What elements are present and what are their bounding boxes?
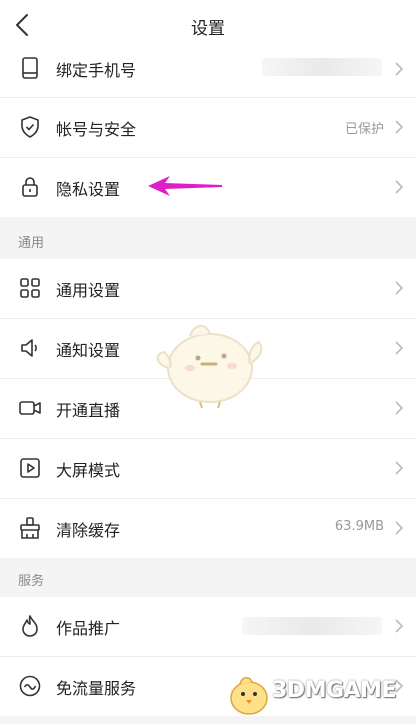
chevron-right-icon	[395, 120, 404, 134]
pointer-arrow-annotation	[148, 176, 222, 196]
chevron-right-icon	[395, 281, 404, 295]
settings-row-general[interactable]: 通用设置	[0, 259, 416, 319]
shield-check-icon	[21, 116, 39, 138]
grid-icon	[20, 278, 40, 298]
chevron-right-icon	[395, 341, 404, 355]
wave-circle-icon	[19, 675, 41, 697]
chevron-right-icon	[395, 521, 404, 535]
watermark-mascot-icon	[230, 677, 268, 715]
settings-row-label: 大屏模式	[56, 461, 121, 480]
chevron-right-icon	[395, 461, 404, 475]
site-watermark: 3DMGAME	[222, 666, 412, 722]
section-header-general: 通用	[0, 222, 416, 259]
mascot-watermark-image	[156, 325, 263, 409]
pointer-arrow-shape	[148, 176, 222, 196]
cache-size-value: 63.9MB	[334, 519, 384, 534]
settings-row-clear-cache[interactable]: 清除缓存 63.9MB	[0, 499, 416, 558]
settings-row-bind-phone[interactable]: 绑定手机号	[0, 44, 416, 98]
section-title: 通用	[18, 236, 45, 251]
speaker-icon	[21, 339, 37, 357]
security-status-value: 已保护	[344, 122, 384, 137]
chevron-right-icon	[395, 401, 404, 415]
settings-row-label: 作品推广	[56, 619, 121, 638]
chevron-right-icon	[395, 180, 404, 194]
blurred-value	[242, 617, 382, 635]
settings-row-label: 隐私设置	[56, 180, 121, 199]
watermark-text: 3DMGAME	[272, 678, 396, 703]
chevron-right-icon	[395, 619, 404, 633]
settings-row-label: 帐号与安全	[56, 120, 137, 139]
settings-row-label: 通知设置	[56, 341, 121, 360]
blurred-phone-number	[262, 58, 382, 76]
settings-row-label: 免流量服务	[56, 679, 137, 698]
broom-icon	[20, 517, 40, 539]
section-header-services: 服务	[0, 560, 416, 597]
settings-row-account-security[interactable]: 帐号与安全 已保护	[0, 98, 416, 158]
page-title: 设置	[191, 19, 225, 39]
play-screen-icon	[20, 458, 40, 478]
phone-icon	[22, 57, 38, 79]
settings-row-label: 开通直播	[56, 401, 121, 420]
lock-icon	[22, 177, 38, 197]
settings-row-big-screen[interactable]: 大屏模式	[0, 439, 416, 499]
flame-icon	[22, 615, 38, 637]
section-title: 服务	[18, 574, 45, 589]
settings-row-promotion[interactable]: 作品推广	[0, 597, 416, 657]
video-camera-icon	[19, 401, 41, 415]
settings-row-label: 通用设置	[56, 281, 121, 300]
chevron-right-icon	[395, 62, 404, 76]
settings-row-label: 绑定手机号	[56, 61, 137, 80]
settings-row-label: 清除缓存	[56, 521, 121, 540]
